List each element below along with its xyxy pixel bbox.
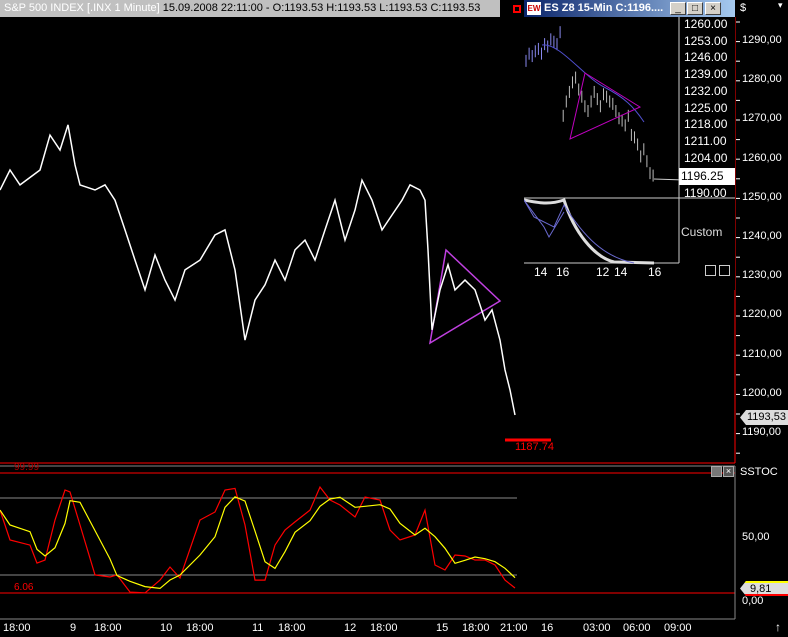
axis-ticks	[736, 21, 740, 454]
inset-price-label: 1225.00	[684, 100, 728, 115]
stoch-last-badge: 9,81	[740, 581, 788, 596]
inset-title-bar[interactable]: ES Z8 15-Min C:1196....	[524, 0, 735, 17]
stoch-axis-label: 50,00	[742, 531, 770, 543]
inset-time-label: 12	[596, 265, 610, 279]
app-logo-icon: EW	[527, 2, 541, 15]
time-axis-label: 18:00	[278, 622, 306, 634]
inset-price-label: 1232.00	[684, 83, 728, 98]
price-line	[0, 124, 516, 416]
maximize-button[interactable]: □	[687, 2, 703, 15]
time-axis-label: 06:00	[623, 622, 651, 634]
price-axis-label: 1270,00	[742, 112, 782, 125]
inset-price-label: 1260.00	[684, 17, 728, 31]
price-axis-label: 1190,00	[742, 426, 781, 438]
time-axis-label: 18:00	[3, 622, 31, 634]
time-axis-label: 18:00	[370, 622, 398, 634]
price-axis-label: 1210,00	[742, 347, 782, 360]
stoch-low-label: 6.06	[14, 582, 34, 593]
inset-price-label: 1246.00	[684, 50, 728, 65]
price-axis-label: 1250,00	[742, 190, 782, 203]
ohlc-info: 15.09.2008 22:11:00 - O:1193.53 H:1193.5…	[162, 2, 481, 14]
inset-price-label: 1190.00	[684, 186, 727, 200]
inset-custom-label[interactable]: Custom	[681, 225, 722, 239]
price-axis-label: 1240,00	[742, 230, 782, 242]
stoch-high-label: 99.99	[14, 462, 40, 473]
close-pane-button[interactable]: ×	[723, 466, 734, 477]
time-axis-label: 16	[541, 622, 554, 634]
inset-layout-button[interactable]	[705, 265, 716, 276]
low-marker-label: 1187.74	[515, 441, 554, 453]
inset-time-label: 16	[648, 265, 662, 279]
price-axis-label: 1260,00	[742, 151, 782, 164]
close-button[interactable]: ×	[705, 2, 721, 15]
inset-indicator-line	[524, 198, 655, 265]
stoch-axis-label: 0,00	[742, 595, 764, 607]
inset-triangle-pattern[interactable]	[569, 72, 642, 140]
time-axis-label: 18:00	[186, 622, 214, 634]
inset-title: ES Z8 15-Min C:1196....	[544, 2, 664, 14]
time-axis-label: 12	[344, 622, 357, 634]
price-axis-label: 1230,00	[742, 269, 782, 282]
time-axis-label: 10	[160, 622, 173, 634]
inset-chart-window[interactable]: ES Z8 15-Min C:1196.... EW _ □ × 1260.00…	[524, 0, 735, 290]
time-axis-label: 03:00	[583, 622, 611, 634]
time-axis-label: 09:00	[664, 622, 692, 634]
minimize-button[interactable]: _	[670, 2, 686, 15]
time-axis-label: 18:00	[462, 622, 490, 634]
price-axis-label: 1290,00	[742, 34, 782, 46]
chart-title-bar: S&P 500 INDEX [.INX 1 Minute] 15.09.2008…	[0, 0, 500, 17]
link-indicator-icon[interactable]	[513, 5, 521, 13]
inset-price-label: 1204.00	[684, 150, 728, 165]
symbol-label: S&P 500 INDEX [.INX 1 Minute]	[4, 2, 160, 14]
inset-price-label: 1218.00	[684, 117, 728, 132]
price-axis-label: 1200,00	[742, 386, 782, 399]
inset-price-label: 1239.00	[684, 67, 728, 82]
time-axis-label: 9	[70, 622, 77, 634]
inset-price-label: 1211.00	[684, 133, 727, 148]
maximize-pane-button[interactable]	[711, 466, 722, 477]
time-axis-label: 15	[436, 622, 449, 634]
stoch-indicator-label: SSTOC	[740, 466, 778, 478]
axis-menu-icon[interactable]: ▾	[778, 0, 783, 11]
inset-time-label: 14	[614, 265, 628, 279]
time-axis-label: 11	[252, 622, 264, 634]
inset-time-label: 14	[534, 265, 548, 279]
last-price-badge: 1193,53	[740, 410, 788, 425]
time-axis-label: 18:00	[94, 622, 122, 634]
inset-layout-button[interactable]	[719, 265, 730, 276]
time-axis-label: 21:00	[500, 622, 528, 634]
price-axis-label: 1280,00	[742, 73, 782, 86]
inset-time-label: 16	[556, 265, 570, 279]
triangle-pattern[interactable]	[428, 248, 502, 345]
inset-price-label: 1253.00	[684, 33, 728, 48]
inset-current-price: 1196.25	[679, 168, 735, 185]
price-axis-label: 1220,00	[742, 308, 782, 321]
scroll-up-icon[interactable]: ↑	[775, 620, 781, 634]
currency-label: $	[740, 2, 747, 14]
